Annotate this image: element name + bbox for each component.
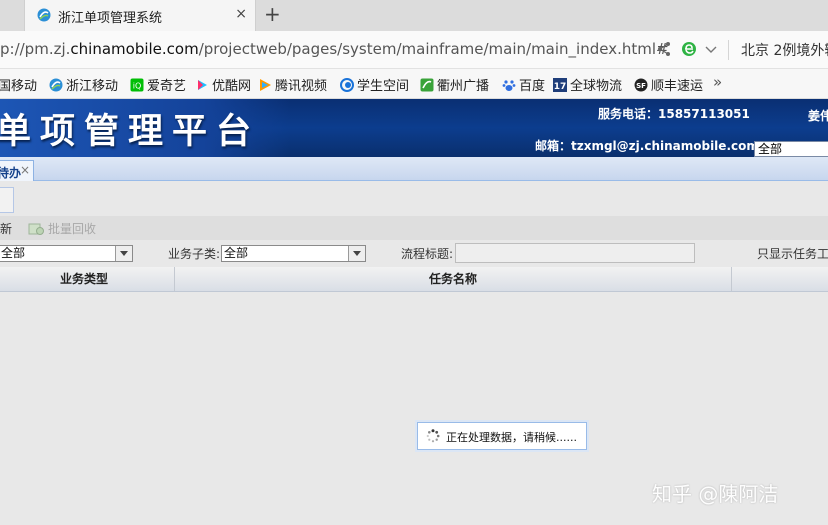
svg-text:iQ: iQ xyxy=(133,82,142,91)
sf-express-icon: SF xyxy=(634,78,648,92)
address-bar: p://pm.zj.chinamobile.com/projectweb/pag… xyxy=(0,31,828,69)
youku-icon xyxy=(198,80,207,90)
ie-compat-icon[interactable] xyxy=(681,41,697,57)
flow-title-label: 流程标题: xyxy=(401,247,454,261)
service-phone: 服务电话：15857113051 xyxy=(598,107,750,121)
app-header: 单项管理平台 服务电话：15857113051 姜伟 邮箱：tzxmgl@zj.… xyxy=(0,99,828,157)
bookmark-label: 学生空间 xyxy=(357,79,410,94)
bookmarks-more-icon[interactable]: » xyxy=(713,73,722,91)
biz-type-select[interactable]: 全部 xyxy=(0,245,133,262)
address-divider xyxy=(728,40,729,60)
batch-recycle-button[interactable]: 批量回收 xyxy=(48,220,96,237)
bookmark-item[interactable]: 17 全球物流 xyxy=(553,75,623,94)
student-space-icon xyxy=(340,78,354,92)
bookmark-item[interactable]: 腾讯视频 xyxy=(258,75,328,94)
bookmark-item[interactable]: iQ 爱奇艺 xyxy=(130,75,187,94)
bookmark-label: 国移动 xyxy=(0,79,38,94)
chevron-down-icon[interactable] xyxy=(348,246,365,261)
column-header-task-name[interactable]: 任务名称 xyxy=(175,267,732,291)
url-path: /projectweb/pages/system/mainframe/main/… xyxy=(198,40,669,58)
flow-title-input[interactable] xyxy=(455,243,695,263)
main-content: 新 批量回收 全部 业务子类: 全部 流程标题: 只显示任务工 业务类型 任务名… xyxy=(0,181,828,525)
new-tab-icon[interactable]: + xyxy=(264,4,281,24)
bookmark-label: 顺丰速运 xyxy=(651,79,704,94)
svg-text:17: 17 xyxy=(554,82,567,92)
bookmark-item[interactable]: 百度 xyxy=(502,75,546,94)
bookmark-item[interactable]: 衢州广播 xyxy=(420,75,490,94)
user-name: 姜伟 xyxy=(808,109,828,123)
toolbar: 新 批量回收 xyxy=(0,216,828,240)
bookmark-label: 爱奇艺 xyxy=(147,79,187,94)
address-tools xyxy=(657,40,727,60)
browser-tab[interactable]: 浙江单项管理系统 × xyxy=(24,0,256,31)
bookmark-label: 百度 xyxy=(519,79,546,94)
scope-select[interactable]: 全部 xyxy=(754,141,828,157)
app-tab-bar: 待办 × xyxy=(0,157,828,181)
browser-tab-title: 浙江单项管理系统 xyxy=(58,11,163,26)
bookmark-item[interactable]: 国移动 xyxy=(0,75,38,94)
url-prefix: p://pm.zj. xyxy=(0,40,71,58)
filter-bar: 全部 业务子类: 全部 流程标题: 只显示任务工 xyxy=(0,240,828,266)
support-email: 邮箱：tzxmgl@zj.chinamobile.com xyxy=(535,139,759,153)
bookmark-label: 全球物流 xyxy=(570,79,623,94)
only-show-label[interactable]: 只显示任务工 xyxy=(757,245,828,262)
url-field[interactable]: p://pm.zj.chinamobile.com/projectweb/pag… xyxy=(0,40,669,58)
bookmark-item[interactable]: 浙江移动 xyxy=(49,75,119,94)
column-header-extra[interactable] xyxy=(732,267,828,291)
chevron-down-icon[interactable] xyxy=(115,246,132,261)
baidu-icon xyxy=(502,80,516,91)
svg-text:SF: SF xyxy=(636,82,646,90)
bookmark-label: 腾讯视频 xyxy=(275,79,328,94)
chevron-down-icon[interactable] xyxy=(705,43,717,55)
news-ticker[interactable]: 北京 2例境外输 xyxy=(741,40,828,60)
bookmark-item[interactable]: SF 顺丰速运 xyxy=(634,75,704,94)
loading-dialog: 正在处理数据，请稍候...... xyxy=(417,422,587,450)
bookmark-item[interactable]: 学生空间 xyxy=(340,75,410,94)
china-mobile-icon xyxy=(37,8,51,22)
tencent-video-icon xyxy=(260,79,271,91)
biz-subtype-label: 业务子类: xyxy=(168,247,221,261)
column-header-biz-type[interactable]: 业务类型 xyxy=(0,267,175,291)
subpanel-tab[interactable] xyxy=(0,187,14,213)
logistics-icon: 17 xyxy=(553,78,567,92)
biz-type-value: 全部 xyxy=(1,246,26,260)
bookmark-item[interactable]: 优酷网 xyxy=(195,75,252,94)
bookmark-label: 浙江移动 xyxy=(66,79,119,94)
tab-close-icon[interactable]: × xyxy=(235,6,247,22)
bookmark-label: 优酷网 xyxy=(212,79,252,94)
china-mobile-icon xyxy=(49,78,63,92)
biz-subtype-value: 全部 xyxy=(224,246,249,260)
url-domain: chinamobile.com xyxy=(70,40,199,58)
app-title: 单项管理平台 xyxy=(0,112,261,152)
tab-todo-label: 待办 xyxy=(0,166,22,180)
watermark: 知乎 @陳阿洁 xyxy=(652,482,779,506)
iqiyi-icon: iQ xyxy=(130,78,144,92)
recycle-icon xyxy=(28,223,44,235)
bookmarks-bar: 国移动 浙江移动 iQ 爱奇艺 优酷网 腾讯视频 学生空间 衢州广播 百度 17 全… xyxy=(0,69,828,99)
loading-text: 正在处理数据，请稍候...... xyxy=(446,431,577,444)
share-icon[interactable] xyxy=(657,41,671,57)
tab-close-icon[interactable]: × xyxy=(20,163,30,177)
tab-todo[interactable]: 待办 × xyxy=(0,160,34,181)
radio-icon xyxy=(420,78,434,92)
spinner-icon xyxy=(426,429,440,443)
refresh-button[interactable]: 新 xyxy=(0,220,12,237)
grid-header: 业务类型 任务名称 xyxy=(0,267,828,292)
biz-subtype-select[interactable]: 全部 xyxy=(221,245,366,262)
screen: 浙江单项管理系统 × + p://pm.zj.chinamobile.com/p… xyxy=(0,0,828,525)
bookmark-label: 衢州广播 xyxy=(437,79,490,94)
browser-tab-strip: 浙江单项管理系统 × + xyxy=(0,0,828,31)
